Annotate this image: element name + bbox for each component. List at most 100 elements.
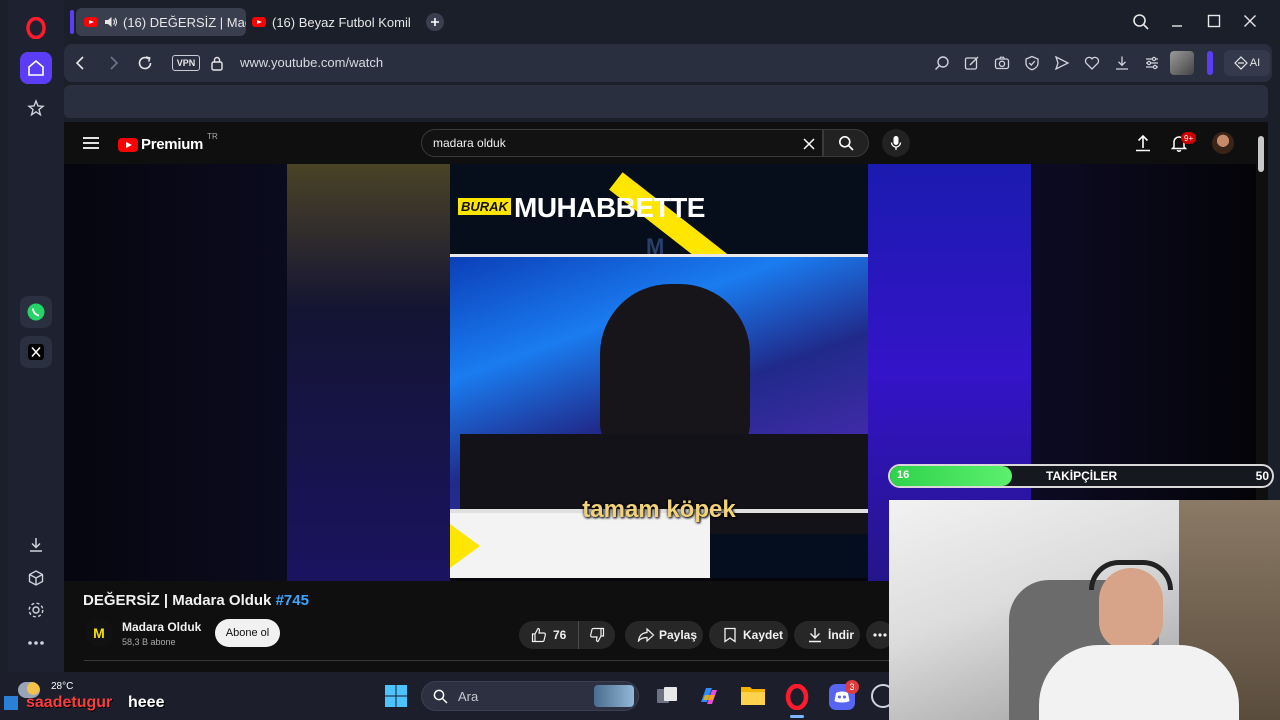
url-field[interactable]: www.youtube.com/watch [240, 55, 383, 70]
search-highlight-icon [594, 685, 634, 707]
clear-search-button[interactable] [802, 137, 816, 151]
follower-goal-bar: 16 TAKİPÇİLER 50 [888, 464, 1274, 488]
heart-icon[interactable] [1084, 55, 1100, 71]
account-avatar[interactable] [1212, 132, 1234, 154]
download-icon[interactable] [1114, 55, 1130, 71]
content-divider [84, 660, 890, 661]
reload-icon [138, 56, 152, 70]
channel-name[interactable]: Madara Olduk [122, 620, 201, 634]
dislike-button[interactable] [579, 621, 615, 649]
lock-icon[interactable] [210, 55, 224, 71]
chevron-right-icon [110, 56, 119, 70]
temperature: 28°C [51, 681, 74, 692]
taskbar-search[interactable]: Ara [421, 681, 639, 711]
channel-avatar[interactable]: M [85, 619, 113, 647]
like-button[interactable]: 76 [519, 621, 579, 649]
video-frame: BURAK MUHABBETTE M tamam köpek [450, 164, 868, 578]
aria-icon [1233, 56, 1248, 70]
thumbs-up-icon [531, 627, 546, 643]
tab-title: (16) DEĞERSİZ | Madara [123, 14, 246, 30]
webcam-shirt [1039, 645, 1239, 720]
share-label: Paylaş [659, 628, 698, 642]
menu-hamburger-icon[interactable] [82, 135, 100, 151]
chevron-left-icon [75, 56, 84, 70]
opera-logo-icon[interactable] [20, 12, 52, 44]
subscribe-button[interactable]: Abone ol [215, 619, 280, 647]
youtube-logo[interactable]: Premium TR [118, 132, 218, 153]
x-twitter-icon[interactable] [20, 336, 52, 368]
back-button[interactable] [72, 54, 90, 72]
subscriber-count: 58,3 B abone [122, 637, 176, 647]
page-search-icon[interactable] [934, 55, 950, 71]
plus-icon [431, 18, 439, 26]
edit-icon[interactable] [964, 55, 980, 71]
tab-inactive[interactable]: (16) Beyaz Futbol Komik A [250, 8, 410, 36]
search-input[interactable]: madara olduk [433, 136, 506, 150]
home-icon[interactable] [20, 52, 52, 84]
whatsapp-icon[interactable] [20, 296, 52, 328]
active-app-indicator [790, 715, 804, 718]
vpn-badge[interactable]: VPN [172, 55, 200, 71]
aria-ai-button[interactable]: AI [1224, 50, 1270, 76]
copilot-icon[interactable] [697, 684, 721, 708]
scrollbar-thumb[interactable] [1258, 136, 1264, 172]
upload-icon [1136, 134, 1150, 152]
search-button[interactable] [823, 129, 869, 157]
settings-gear-icon[interactable] [20, 594, 52, 626]
video-hashtag-link[interactable]: #745 [276, 592, 309, 609]
video-title-text: DEĞERSİZ | Madara Olduk [83, 592, 276, 609]
maximize-button[interactable] [1205, 12, 1223, 30]
close-icon [1244, 15, 1256, 27]
extensions-cube-icon[interactable] [20, 562, 52, 594]
new-tab-button[interactable] [426, 13, 444, 31]
opera-taskbar-icon[interactable] [784, 684, 810, 710]
minimize-button[interactable] [1168, 12, 1186, 30]
star-icon[interactable] [20, 92, 52, 124]
search-placeholder: Ara [458, 689, 479, 704]
profile-avatar[interactable] [1170, 51, 1194, 75]
speaker-icon[interactable] [104, 16, 118, 28]
more-dots-icon[interactable] [20, 627, 52, 659]
address-bar: VPN www.youtube.com/watch AI [64, 44, 1272, 82]
task-view-icon[interactable] [655, 684, 679, 708]
bookmarks-bar [64, 85, 1268, 118]
windows-start-button[interactable] [384, 684, 408, 708]
tab-island-marker [70, 10, 74, 34]
discord-notification-badge: 3 [845, 680, 859, 694]
upload-button[interactable] [1135, 134, 1151, 152]
shield-icon[interactable] [1024, 55, 1040, 71]
download-button[interactable]: İndir [794, 621, 860, 649]
minimize-icon [1172, 25, 1182, 27]
save-label: Kaydet [743, 628, 784, 642]
tab-bar: (16) DEĞERSİZ | Madara (16) Beyaz Futbol… [64, 0, 1280, 44]
search-icon [839, 136, 854, 151]
ai-label: AI [1249, 57, 1261, 69]
file-explorer-icon[interactable] [740, 684, 766, 708]
opera-sidebar [8, 0, 64, 672]
youtube-play-icon [118, 137, 138, 152]
webcam-feed [889, 500, 1280, 720]
close-window-button[interactable] [1241, 12, 1259, 30]
sidebar-indicator [1207, 51, 1213, 75]
follower-goal: 50 [1255, 469, 1269, 483]
video-subtitle: tamam köpek [582, 496, 736, 523]
save-button[interactable]: Kaydet [709, 621, 788, 649]
downloads-icon[interactable] [20, 529, 52, 561]
logo-text: Premium [141, 136, 204, 153]
like-count: 76 [553, 628, 567, 642]
chat-username: saadetugur [26, 694, 113, 711]
stream-logo-icon [4, 696, 18, 710]
send-icon[interactable] [1054, 55, 1070, 71]
share-button[interactable]: Paylaş [625, 621, 703, 649]
search-box[interactable]: madara olduk [421, 129, 823, 157]
reload-button[interactable] [136, 54, 154, 72]
camera-icon[interactable] [994, 55, 1010, 71]
tab-search-button[interactable] [1132, 13, 1150, 31]
download-arrow-icon [809, 628, 821, 643]
webcam-headset [1089, 560, 1173, 590]
easy-setup-icon[interactable] [1144, 55, 1160, 71]
share-arrow-icon [637, 628, 655, 642]
forward-button[interactable] [104, 54, 122, 72]
tab-active[interactable]: (16) DEĞERSİZ | Madara [76, 8, 246, 36]
voice-search-button[interactable] [882, 129, 910, 157]
